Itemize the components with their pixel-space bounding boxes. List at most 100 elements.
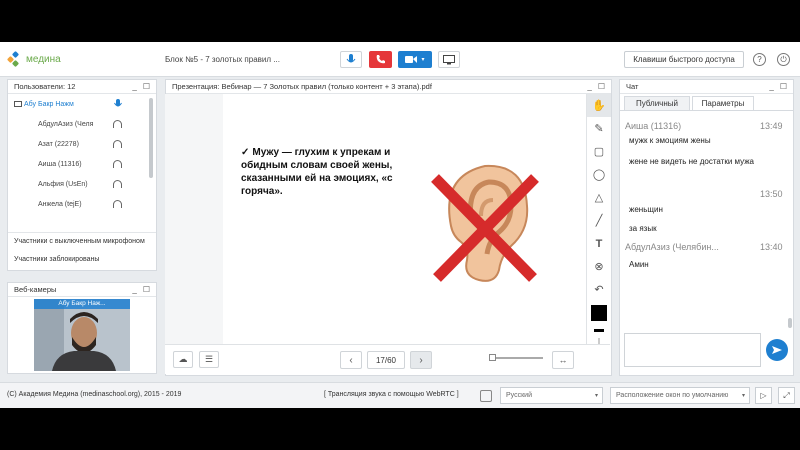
user-name: АбдулАзиз (Челя xyxy=(38,120,94,128)
webrtc-notice: [ Трансляция звука с помощью WebRTC ] xyxy=(324,391,459,398)
layout-value: Расположение окон по умолчанию xyxy=(616,392,729,399)
list-icon: ☰ xyxy=(204,354,214,364)
scrollbar[interactable] xyxy=(149,98,153,178)
line-tool-icon[interactable]: ╱ xyxy=(587,209,611,232)
webrtc-checkbox[interactable] xyxy=(480,390,492,402)
list-item[interactable]: Анжела (tejE) xyxy=(8,194,156,214)
message-text: женьщин xyxy=(629,205,663,214)
next-slide-button[interactable]: › xyxy=(410,351,432,369)
blocked-users-row[interactable]: Участники заблокированы xyxy=(8,250,156,268)
monitor-icon xyxy=(443,54,455,64)
upload-button[interactable]: ☁ xyxy=(173,351,193,368)
message-text: за язык xyxy=(629,224,657,233)
cloud-upload-icon: ☁ xyxy=(178,354,188,364)
maximize-icon[interactable]: ☐ xyxy=(780,82,787,91)
language-select[interactable]: Русский ▾ xyxy=(500,387,603,404)
webcam-person-image xyxy=(34,299,130,371)
tab-divider xyxy=(620,110,793,111)
screen-share-button[interactable] xyxy=(438,51,460,68)
webcam-user-label: Абу Бакр Наж... xyxy=(34,299,130,309)
top-toolbar: медина Блок №5 - 7 золотых правил ... ▾ … xyxy=(0,42,800,77)
microphone-button[interactable] xyxy=(340,51,362,68)
page-indicator[interactable]: 17/60 xyxy=(367,351,405,369)
chevron-down-icon: ▾ xyxy=(741,393,745,399)
presentation-title: Презентация: Вебинар — 7 Золотых правил … xyxy=(172,82,432,91)
chat-input[interactable] xyxy=(624,333,761,367)
minimize-icon[interactable]: _ xyxy=(132,285,136,294)
help-icon[interactable]: ? xyxy=(753,53,766,66)
minimize-icon[interactable]: _ xyxy=(587,82,591,91)
list-item[interactable]: Аиша (11316) xyxy=(8,154,156,174)
status-bar: (С) Академия Медина (medinaschool.org), … xyxy=(0,382,800,408)
user-name: Абу Бакр Нажм xyxy=(24,100,74,108)
copyright-text: (С) Академия Медина (medinaschool.org), … xyxy=(7,391,182,398)
maximize-icon[interactable]: ☐ xyxy=(143,285,150,294)
minimize-icon[interactable]: _ xyxy=(769,82,773,91)
hangup-button[interactable] xyxy=(369,51,392,68)
list-item[interactable]: АбдулАзиз (Челя xyxy=(8,114,156,134)
exit-icon[interactable]: ⏻ xyxy=(777,53,790,66)
fullscreen-button[interactable]: ⤢ xyxy=(778,387,795,404)
send-icon xyxy=(772,346,782,354)
maximize-icon[interactable]: ☐ xyxy=(598,82,605,91)
clear-tool-icon[interactable]: ⊗ xyxy=(587,255,611,278)
triangle-tool-icon[interactable]: △ xyxy=(587,186,611,209)
webcams-panel: Веб-камеры _ ☐ Абу Бакр Наж... xyxy=(7,282,157,374)
presentation-controls: ☁ ☰ ‹ 17/60 › ↔ xyxy=(165,344,610,374)
apply-layout-button[interactable]: ▷ xyxy=(755,387,772,404)
headphones-icon xyxy=(113,140,122,148)
minimize-icon[interactable]: _ xyxy=(132,82,136,91)
language-value: Русский xyxy=(506,392,532,399)
list-item[interactable]: Азат (22278) xyxy=(8,134,156,154)
chevron-left-icon: ‹ xyxy=(349,354,353,366)
presenter-icon xyxy=(14,101,22,107)
send-button[interactable] xyxy=(766,339,788,361)
layout-select[interactable]: Расположение окон по умолчанию ▾ xyxy=(610,387,750,404)
drawing-toolbar: ✋ ✎ ▢ ◯ △ ╱ T ⊗ ↶ xyxy=(586,94,611,374)
scrollbar[interactable] xyxy=(788,318,792,328)
slides-list-button[interactable]: ☰ xyxy=(199,351,219,368)
list-item[interactable]: Абу Бакр Нажм xyxy=(8,94,156,114)
zoom-slider[interactable] xyxy=(491,357,543,359)
tab-parameters[interactable]: Параметры xyxy=(692,96,754,110)
text-tool-icon[interactable]: T xyxy=(587,232,611,255)
message-text: мужк к эмоциям жены xyxy=(629,136,711,145)
webcam-video[interactable]: Абу Бакр Наж... xyxy=(34,299,130,371)
fit-width-button[interactable]: ↔ xyxy=(552,351,574,369)
thickness-swatch xyxy=(594,328,604,332)
user-name: Аиша (11316) xyxy=(38,160,82,168)
message-time: 13:49 xyxy=(760,121,783,131)
pencil-tool-icon[interactable]: ✎ xyxy=(587,117,611,140)
rectangle-tool-icon[interactable]: ▢ xyxy=(587,140,611,163)
app-logo[interactable]: медина xyxy=(6,50,61,68)
message-text: Амин xyxy=(629,260,649,269)
slide-page: ✓ Мужу — глухим к упрекам и обидным слова… xyxy=(223,94,555,344)
play-icon: ▷ xyxy=(760,391,767,400)
message-text: жене не видеть не достатки мужа xyxy=(629,157,754,166)
undo-icon[interactable]: ↶ xyxy=(587,278,611,301)
users-panel-header: Пользователи: 12 _ ☐ xyxy=(8,80,156,94)
user-name: Анжела (tejE) xyxy=(38,200,82,208)
list-item[interactable]: Альфия (UsEn) xyxy=(8,174,156,194)
message-author: АбдулАзиз (Челябин... xyxy=(625,242,719,252)
hand-tool-icon[interactable]: ✋ xyxy=(587,94,611,117)
webcams-panel-title: Веб-камеры xyxy=(14,285,57,294)
zoom-slider-handle[interactable] xyxy=(489,354,496,361)
headphones-icon xyxy=(113,120,122,128)
user-name: Альфия (UsEn) xyxy=(38,180,88,188)
microphone-icon xyxy=(114,99,122,107)
check-icon: ✓ xyxy=(241,147,250,158)
color-picker[interactable] xyxy=(587,301,611,324)
tab-public[interactable]: Публичный xyxy=(624,96,690,110)
ellipse-tool-icon[interactable]: ◯ xyxy=(587,163,611,186)
shortcuts-button[interactable]: Клавиши быстрого доступа xyxy=(624,51,744,68)
slide-text-block: ✓ Мужу — глухим к упрекам и обидным слова… xyxy=(241,146,401,198)
webcams-panel-header: Веб-камеры _ ☐ xyxy=(8,283,156,297)
chevron-down-icon: ▾ xyxy=(594,393,598,399)
muted-users-row[interactable]: Участники с выключенным микрофоном xyxy=(8,232,156,250)
maximize-icon[interactable]: ☐ xyxy=(143,82,150,91)
chevron-right-icon: › xyxy=(419,354,423,366)
chat-panel: Чат _ ☐ Публичный Параметры Аиша (11316) … xyxy=(619,79,794,376)
prev-slide-button[interactable]: ‹ xyxy=(340,351,362,369)
camera-button[interactable]: ▾ xyxy=(398,51,432,68)
